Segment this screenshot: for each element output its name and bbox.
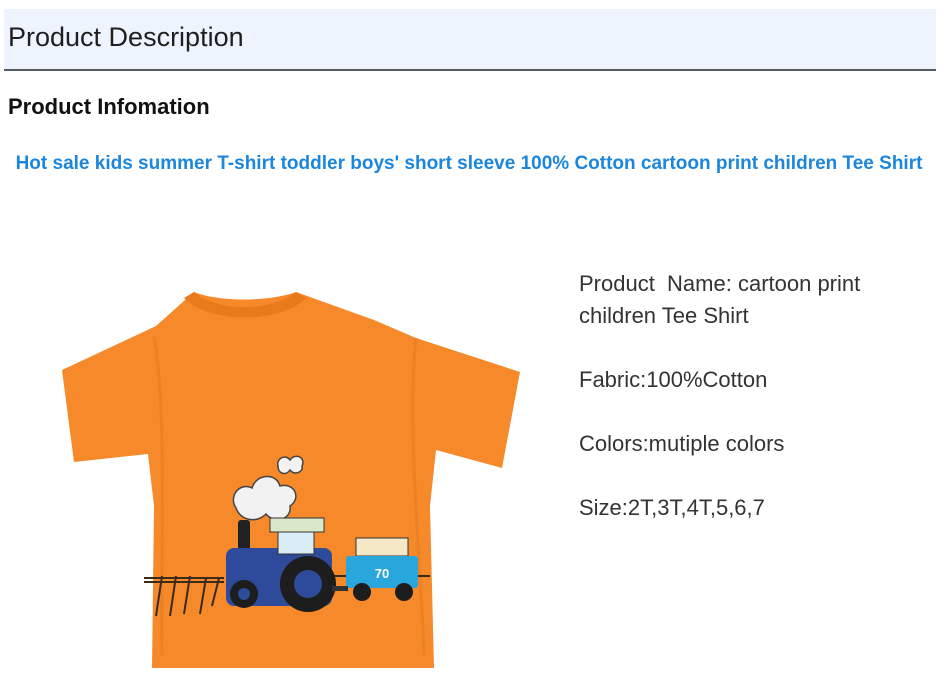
header-title: Product Description <box>8 22 244 52</box>
tractor-window <box>277 531 315 555</box>
description-header: Product Description <box>4 9 936 71</box>
product-title: Hot sale kids summer T-shirt toddler boy… <box>15 153 923 174</box>
spec-colors: Colors:mutiple colors <box>579 431 785 456</box>
wagon-badge: 70 <box>375 566 389 581</box>
section-heading: Product Infomation <box>8 94 210 119</box>
product-specs: Product Name: cartoon print children Tee… <box>579 268 929 556</box>
spec-size: Size:2T,3T,4T,5,6,7 <box>579 495 765 520</box>
product-image: 70 <box>44 276 544 676</box>
smoke-puff <box>277 455 304 475</box>
spec-fabric: Fabric:100%Cotton <box>579 367 768 392</box>
wagon-wheel <box>353 583 371 601</box>
wagon-roof <box>355 537 409 557</box>
tractor-chimney <box>238 520 250 550</box>
spec-product-name: Product Name: cartoon print children Tee… <box>579 271 867 328</box>
tractor-cab-roof <box>269 517 325 533</box>
wagon-wheel <box>395 583 413 601</box>
tshirt-body <box>62 292 520 668</box>
tshirt-illustration: 70 <box>62 292 520 668</box>
